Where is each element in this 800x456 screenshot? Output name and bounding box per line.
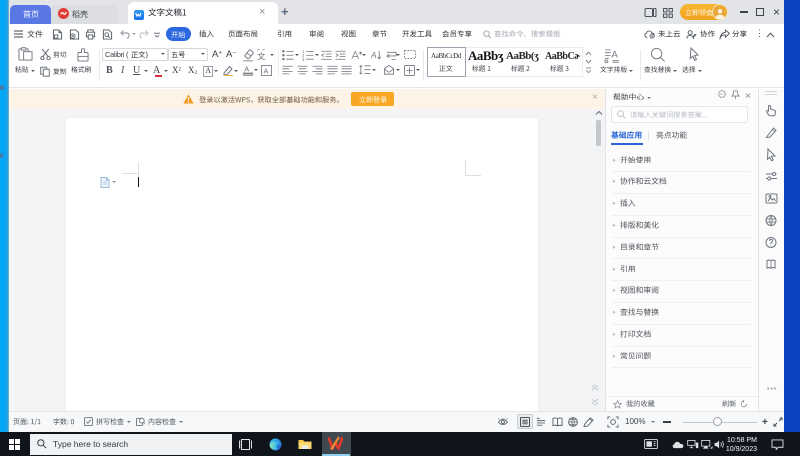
svg-text:A: A — [263, 66, 268, 75]
svg-text:A: A — [371, 51, 377, 60]
svg-text:A: A — [612, 49, 619, 59]
svg-text:A: A — [244, 64, 249, 73]
svg-text:3: 3 — [302, 57, 305, 61]
